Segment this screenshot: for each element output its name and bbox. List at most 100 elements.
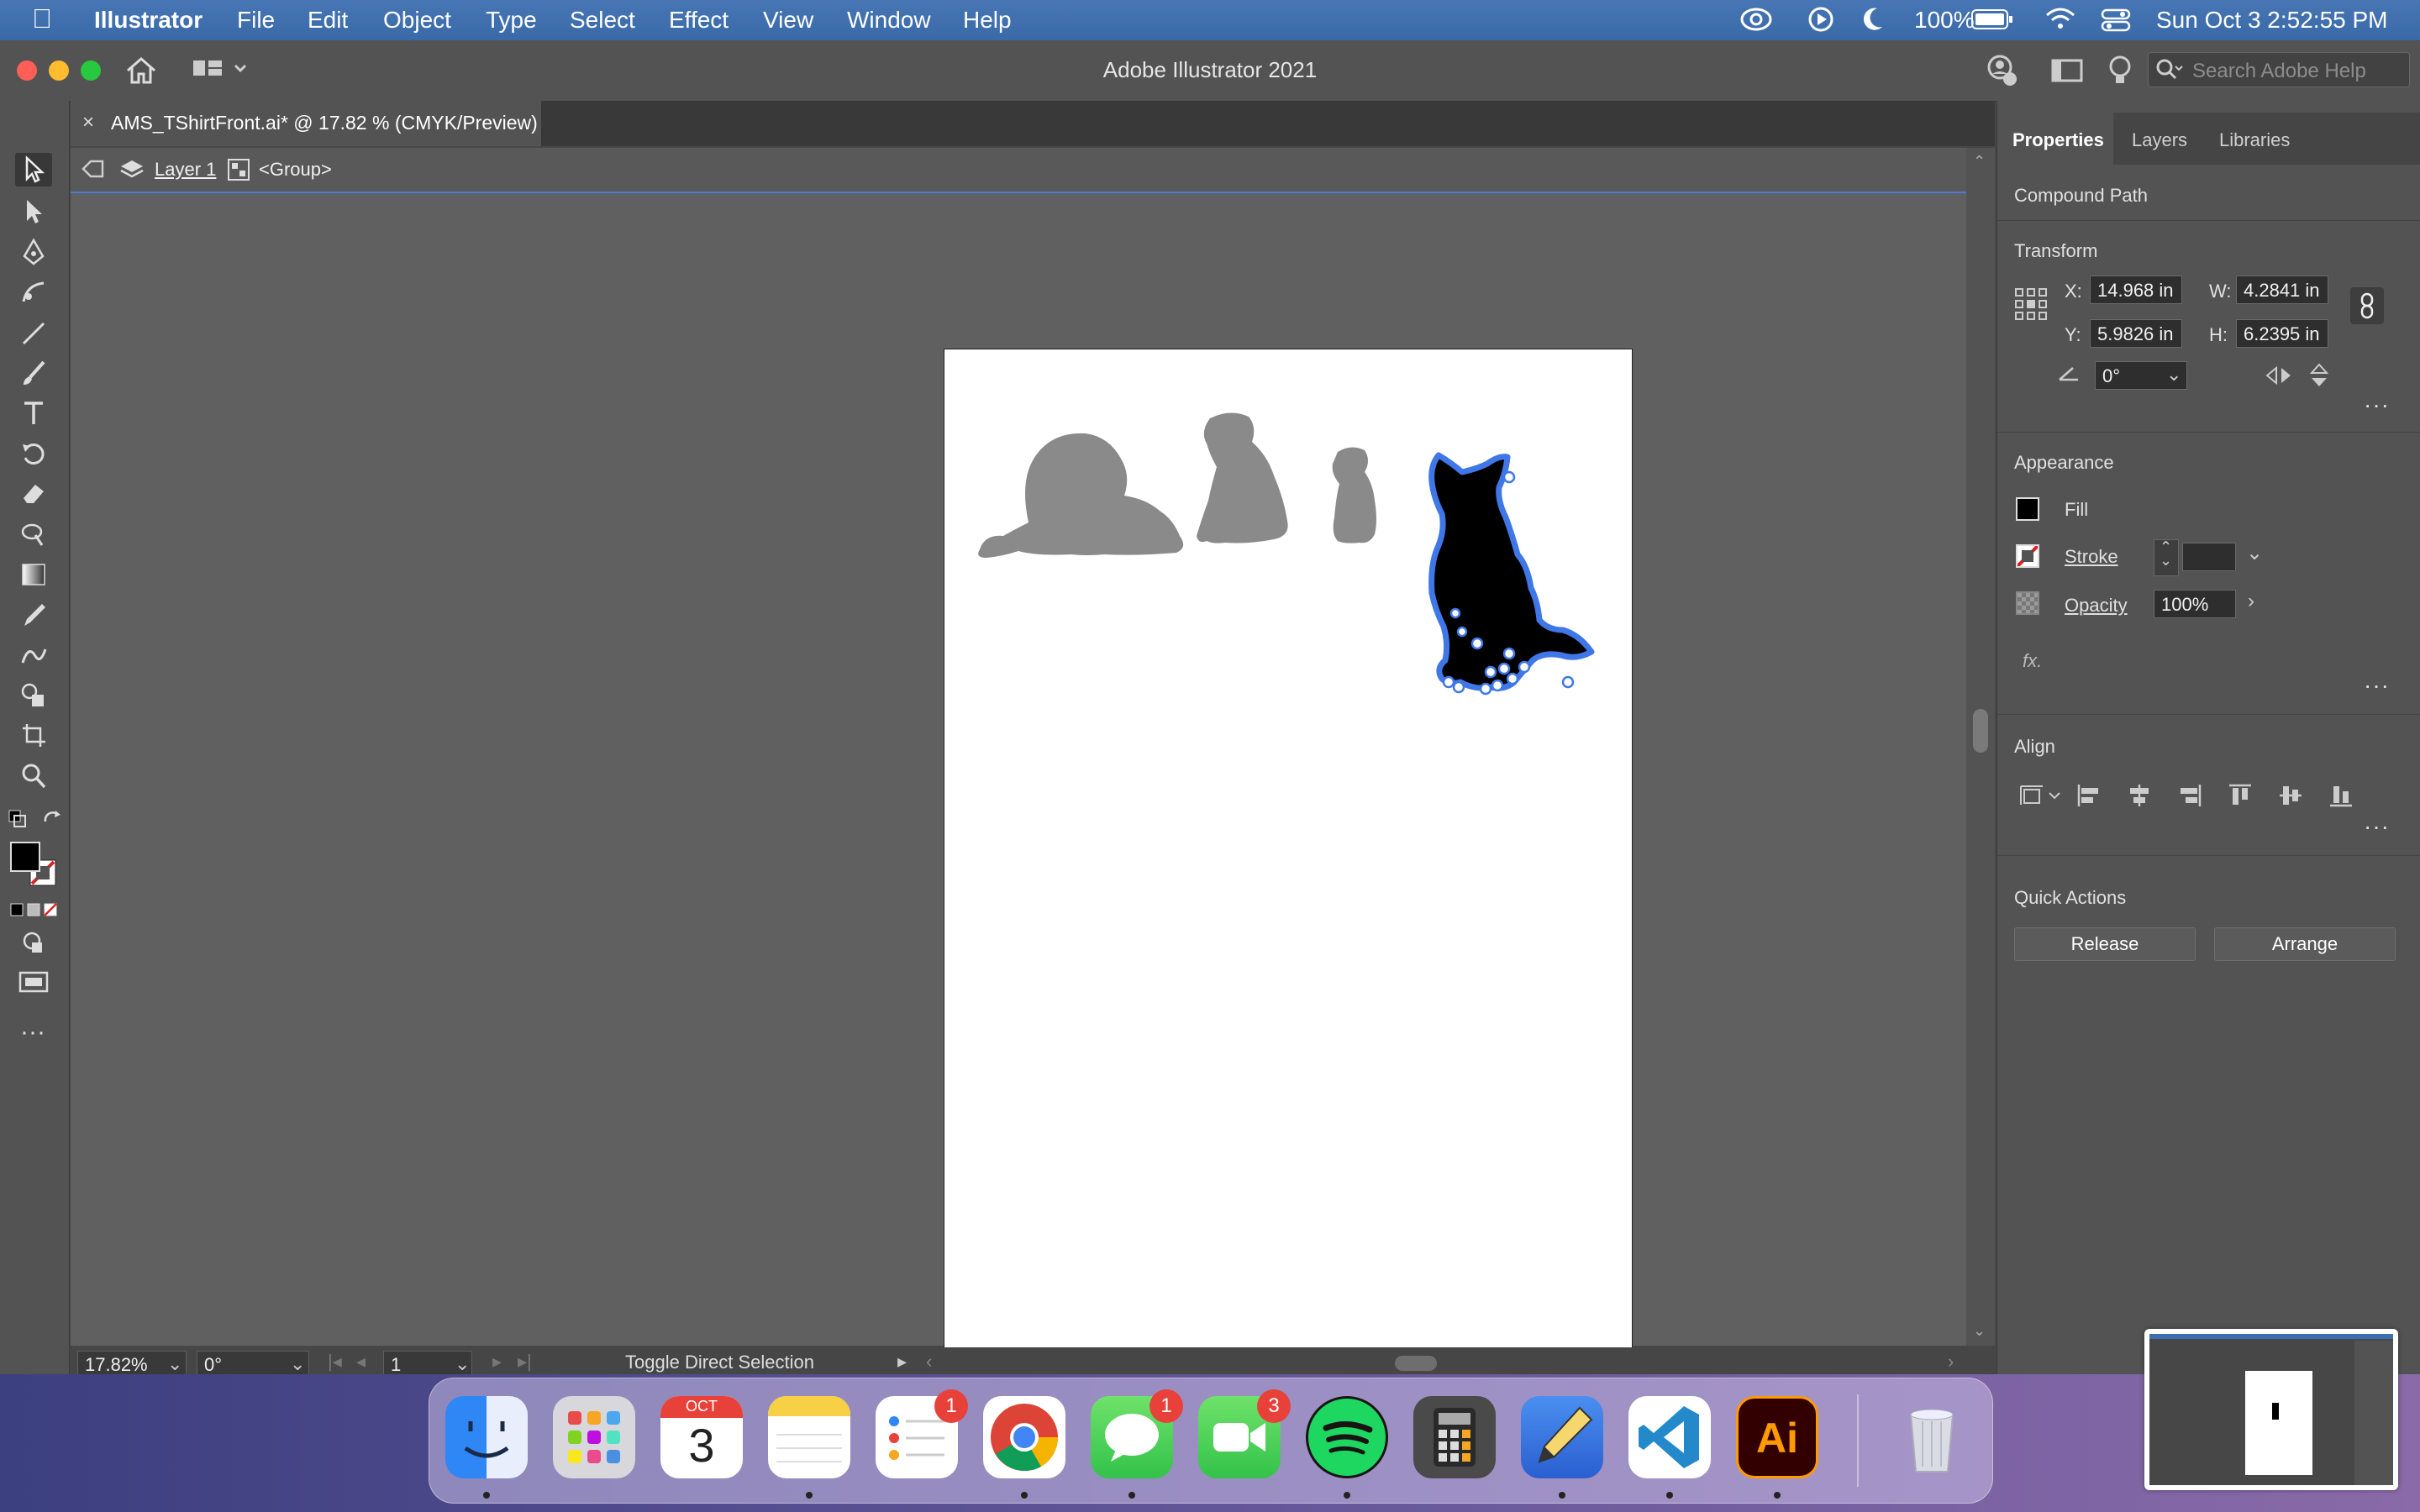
creative-cloud-icon[interactable] [1739, 5, 1773, 39]
reference-point-icon[interactable] [2014, 287, 2048, 326]
tab-properties[interactable]: Properties [2012, 129, 2104, 151]
line-segment-tool-icon[interactable] [15, 316, 52, 349]
stroke-swatch[interactable] [2016, 544, 2039, 568]
menu-effect[interactable]: Effect [669, 7, 729, 34]
chevron-down-icon[interactable]: ⌄ [2166, 360, 2181, 389]
selection-tool-icon[interactable] [15, 153, 52, 186]
wifi-icon[interactable] [2044, 5, 2077, 38]
fill-stroke-swatches[interactable] [10, 842, 60, 896]
first-artboard-icon[interactable]: |◂ [328, 1351, 342, 1373]
next-artboard-icon[interactable]: ▸ [492, 1351, 502, 1373]
search-adobe-help-field[interactable]: Search Adobe Help [2148, 52, 2410, 87]
menu-file[interactable]: File [237, 7, 275, 34]
fx-icon[interactable]: fx. [2023, 650, 2042, 672]
release-button[interactable]: Release [2014, 927, 2196, 961]
align-vertical-center-icon[interactable] [2278, 783, 2303, 813]
previous-artboard-icon[interactable]: ◂ [356, 1351, 366, 1373]
chevron-down-icon[interactable]: ⌄ [167, 1353, 182, 1375]
last-artboard-icon[interactable]: ▸| [518, 1351, 532, 1373]
menu-type[interactable]: Type [486, 7, 537, 34]
fill-swatch[interactable] [2016, 497, 2039, 521]
menu-object[interactable]: Object [383, 7, 451, 34]
default-fill-stroke-icon[interactable] [8, 810, 27, 832]
spotify-icon[interactable] [1306, 1396, 1388, 1478]
constrain-proportions-icon[interactable] [2350, 287, 2384, 324]
align-to-selection-icon[interactable] [2019, 783, 2063, 813]
breadcrumb-layer[interactable]: Layer 1 [155, 159, 216, 181]
chevron-right-icon[interactable]: › [2248, 590, 2254, 613]
blend-tool-icon[interactable] [15, 638, 52, 672]
drawing-modes-icon[interactable] [20, 931, 49, 960]
tab-libraries[interactable]: Libraries [2219, 129, 2290, 151]
status-menu-arrow-icon[interactable]: ▸ [897, 1351, 907, 1373]
more-appearance-options-icon[interactable]: ··· [2364, 672, 2390, 699]
paintbrush-tool-icon[interactable] [15, 356, 52, 390]
document-tab[interactable]: × AMS_TShirtFront.ai* @ 17.82 % (CMYK/Pr… [71, 101, 541, 146]
window-thumbnail[interactable] [2144, 1329, 2398, 1490]
flip-vertical-icon[interactable] [2308, 363, 2330, 393]
step-down-icon[interactable]: ⌄ [2160, 552, 2172, 570]
pen-app-icon[interactable] [1521, 1396, 1603, 1478]
share-user-icon[interactable] [1983, 54, 2020, 92]
illustrator-icon[interactable]: Ai [1736, 1396, 1818, 1478]
clock[interactable]: Sun Oct 3 2:52:55 PM [2156, 7, 2388, 34]
menu-help[interactable]: Help [963, 7, 1012, 34]
align-bottom-icon[interactable] [2328, 783, 2354, 813]
breadcrumb-group[interactable]: <Group> [259, 159, 332, 181]
tab-layers[interactable]: Layers [2132, 129, 2187, 151]
menu-edit[interactable]: Edit [308, 7, 348, 34]
battery-icon[interactable] [1971, 8, 2013, 36]
menu-select[interactable]: Select [570, 7, 635, 34]
screen-mode-icon[interactable] [17, 969, 50, 999]
height-field[interactable]: 6.2395 in [2236, 319, 2328, 348]
lightbulb-icon[interactable] [2107, 54, 2133, 92]
app-menu[interactable]: Illustrator [94, 7, 203, 34]
direct-selection-tool-icon[interactable] [15, 195, 52, 228]
do-not-disturb-icon[interactable] [1860, 5, 1886, 39]
align-horizontal-center-icon[interactable] [2127, 783, 2152, 813]
chrome-icon[interactable] [983, 1396, 1065, 1478]
calendar-icon[interactable]: OCT 3 [660, 1396, 743, 1478]
trash-icon[interactable] [1891, 1396, 1973, 1478]
opacity-field[interactable]: 100% [2154, 590, 2236, 618]
puppet-warp-tool-icon[interactable] [15, 517, 52, 551]
scroll-up-icon[interactable]: ⌃ [1973, 153, 1986, 171]
artboard[interactable] [944, 349, 1633, 1350]
shape-builder-tool-icon[interactable] [15, 679, 52, 712]
scroll-thumb[interactable] [1973, 709, 1988, 753]
play-icon[interactable] [1807, 5, 1835, 39]
edit-toolbar-icon[interactable]: ··· [20, 1018, 45, 1047]
stroke-weight-stepper[interactable]: ⌃ ⌄ [2154, 538, 2179, 576]
chevron-down-icon[interactable]: ⌄ [455, 1353, 470, 1375]
launchpad-icon[interactable] [553, 1396, 635, 1478]
pen-tool-icon[interactable] [15, 235, 52, 269]
menu-view[interactable]: View [763, 7, 813, 34]
stroke-label[interactable]: Stroke [2065, 546, 2118, 568]
more-align-options-icon[interactable]: ··· [2364, 813, 2390, 840]
artboard-tool-icon[interactable] [15, 719, 52, 753]
chevron-down-icon[interactable]: ⌄ [2246, 541, 2263, 565]
opacity-label[interactable]: Opacity [2065, 595, 2128, 617]
apple-icon[interactable]:  [32, 3, 52, 34]
finder-icon[interactable] [445, 1396, 528, 1478]
horizontal-scroll-thumb[interactable] [1395, 1356, 1437, 1371]
vertical-scrollbar[interactable]: ⌃ ⌄ [1966, 148, 1995, 1346]
menu-window[interactable]: Window [847, 7, 931, 34]
color-mode-buttons[interactable] [10, 902, 59, 923]
selected-dog-compound-path[interactable] [1428, 452, 1595, 696]
vscode-icon[interactable] [1628, 1396, 1711, 1478]
align-left-icon[interactable] [2076, 783, 2102, 813]
swap-fill-stroke-icon[interactable] [42, 810, 62, 832]
flip-horizontal-icon[interactable] [2265, 365, 2293, 391]
y-field[interactable]: 5.9826 in [2090, 319, 2182, 348]
x-field[interactable]: 14.968 in [2090, 276, 2182, 304]
more-transform-options-icon[interactable]: ··· [2364, 391, 2390, 418]
scroll-right-icon[interactable]: › [1948, 1351, 1954, 1373]
arrange-documents-icon[interactable] [2050, 57, 2084, 88]
scroll-left-icon[interactable]: ‹ [926, 1351, 932, 1373]
gradient-tool-icon[interactable] [15, 558, 52, 591]
align-right-icon[interactable] [2177, 783, 2202, 813]
eyedropper-tool-icon[interactable] [15, 598, 52, 632]
scroll-down-icon[interactable]: ⌄ [1973, 1322, 1986, 1340]
arrange-button[interactable]: Arrange [2214, 927, 2396, 961]
